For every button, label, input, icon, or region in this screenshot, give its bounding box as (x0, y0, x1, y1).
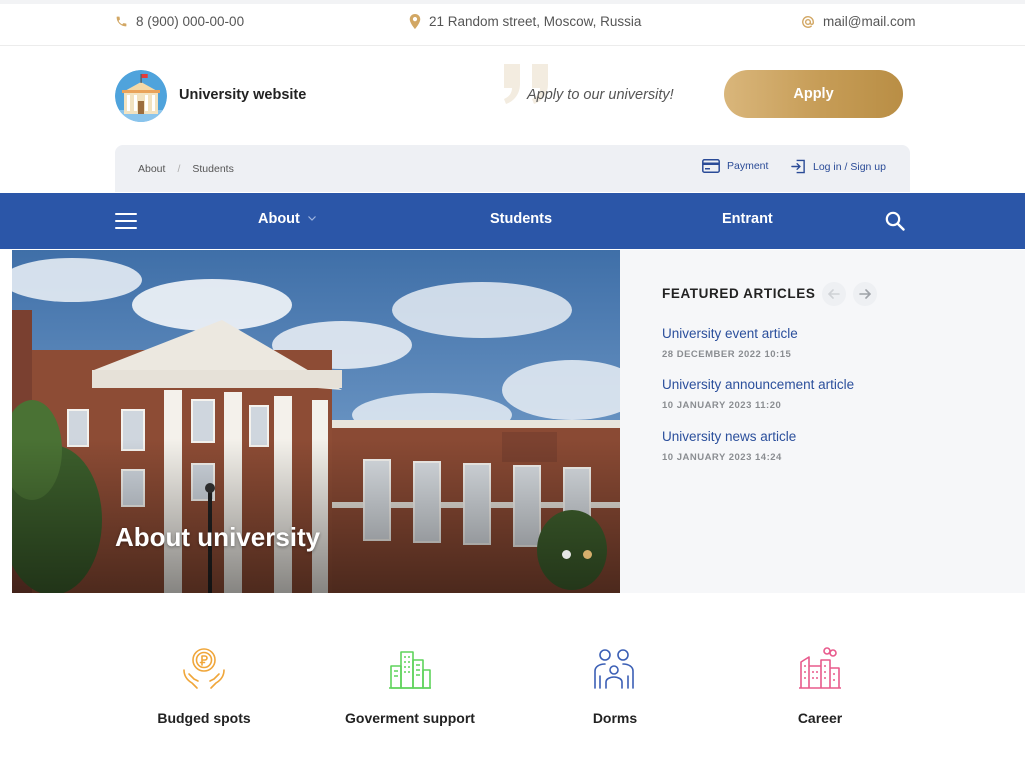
feature-dorms[interactable]: Dorms (525, 646, 705, 726)
email-text: mail@mail.com (823, 14, 916, 29)
credit-card-icon (702, 159, 720, 173)
article-date: 28 DECEMBER 2022 10:15 (662, 349, 792, 360)
slider-dot-2[interactable] (583, 550, 592, 559)
contacts-bar: 8 (900) 000-00-00 21 Random street, Mosc… (0, 4, 1025, 46)
article-item[interactable]: University announcement article 10 JANUA… (662, 377, 854, 411)
nav-item-label: Entrant (722, 211, 773, 227)
hamburger-menu-icon[interactable] (115, 213, 137, 229)
at-sign-icon (802, 15, 814, 28)
nav-item-entrant[interactable]: Entrant (722, 211, 773, 227)
article-item[interactable]: University news article 10 JANUARY 2023 … (662, 429, 796, 463)
next-article-button[interactable] (853, 282, 877, 306)
main-nav: About Students Entrant (0, 193, 1025, 249)
factory-icon (799, 647, 841, 689)
search-icon[interactable] (885, 211, 905, 231)
article-item[interactable]: University event article 28 DECEMBER 202… (662, 326, 798, 360)
slider-pagination (562, 550, 604, 559)
feature-label: Career (797, 710, 843, 726)
hero-title[interactable]: About university (115, 522, 320, 553)
feature-label: Budged spots (157, 710, 251, 726)
payment-link[interactable]: Payment (702, 159, 768, 173)
login-link[interactable]: Log in / Sign up (791, 159, 886, 174)
feature-label: Goverment support (345, 710, 475, 726)
nav-item-label: About (258, 211, 300, 227)
feature-government-support[interactable]: Goverment support (320, 646, 500, 726)
apply-button[interactable]: Apply (724, 70, 903, 118)
coin-hands-icon (183, 648, 225, 689)
featured-title: FEATURED ARTICLES (662, 286, 816, 301)
location-pin-icon (409, 14, 421, 29)
featured-articles-panel: FEATURED ARTICLES University event artic… (620, 250, 1025, 593)
chevron-down-icon (307, 216, 316, 221)
site-name[interactable]: University website (179, 87, 306, 103)
city-buildings-icon (389, 651, 431, 689)
nav-item-label: Students (490, 211, 553, 227)
contact-phone[interactable]: 8 (900) 000-00-00 (115, 14, 244, 29)
university-logo[interactable] (115, 70, 167, 122)
phone-icon (116, 16, 127, 27)
article-date: 10 JANUARY 2023 11:20 (662, 400, 782, 411)
breadcrumb-separator: / (177, 163, 181, 175)
login-label: Log in / Sign up (813, 160, 886, 173)
feature-label: Dorms (592, 710, 638, 726)
article-link[interactable]: University news article (662, 429, 796, 444)
nav-item-about[interactable]: About (258, 211, 316, 227)
contact-address[interactable]: 21 Random street, Moscow, Russia (409, 14, 641, 29)
people-icon (594, 649, 634, 689)
breadcrumb: About / Students (138, 163, 234, 175)
article-link[interactable]: University event article (662, 326, 798, 341)
breadcrumb-item-about[interactable]: About (138, 163, 165, 175)
arrow-right-icon (859, 289, 871, 299)
nav-item-students[interactable]: Students (490, 211, 552, 227)
contact-email[interactable]: mail@mail.com (801, 14, 915, 29)
breadcrumb-bar: About / Students Payment Log in / Sign u… (115, 145, 910, 192)
login-icon (791, 159, 805, 174)
slogan-text: Apply to our university! (527, 87, 674, 103)
arrow-left-icon (828, 289, 840, 299)
hero-slider[interactable]: About university (12, 250, 620, 593)
prev-article-button[interactable] (822, 282, 846, 306)
payment-label: Payment (727, 160, 769, 172)
feature-budget-spots[interactable]: Budged spots (114, 646, 294, 726)
phone-number: 8 (900) 000-00-00 (136, 14, 245, 29)
article-link[interactable]: University announcement article (662, 377, 854, 392)
feature-career[interactable]: Career (730, 646, 910, 726)
breadcrumb-item-students[interactable]: Students (192, 163, 233, 175)
address-text: 21 Random street, Moscow, Russia (429, 14, 642, 29)
slider-dot-1[interactable] (562, 550, 571, 559)
article-date: 10 JANUARY 2023 14:24 (662, 452, 782, 463)
